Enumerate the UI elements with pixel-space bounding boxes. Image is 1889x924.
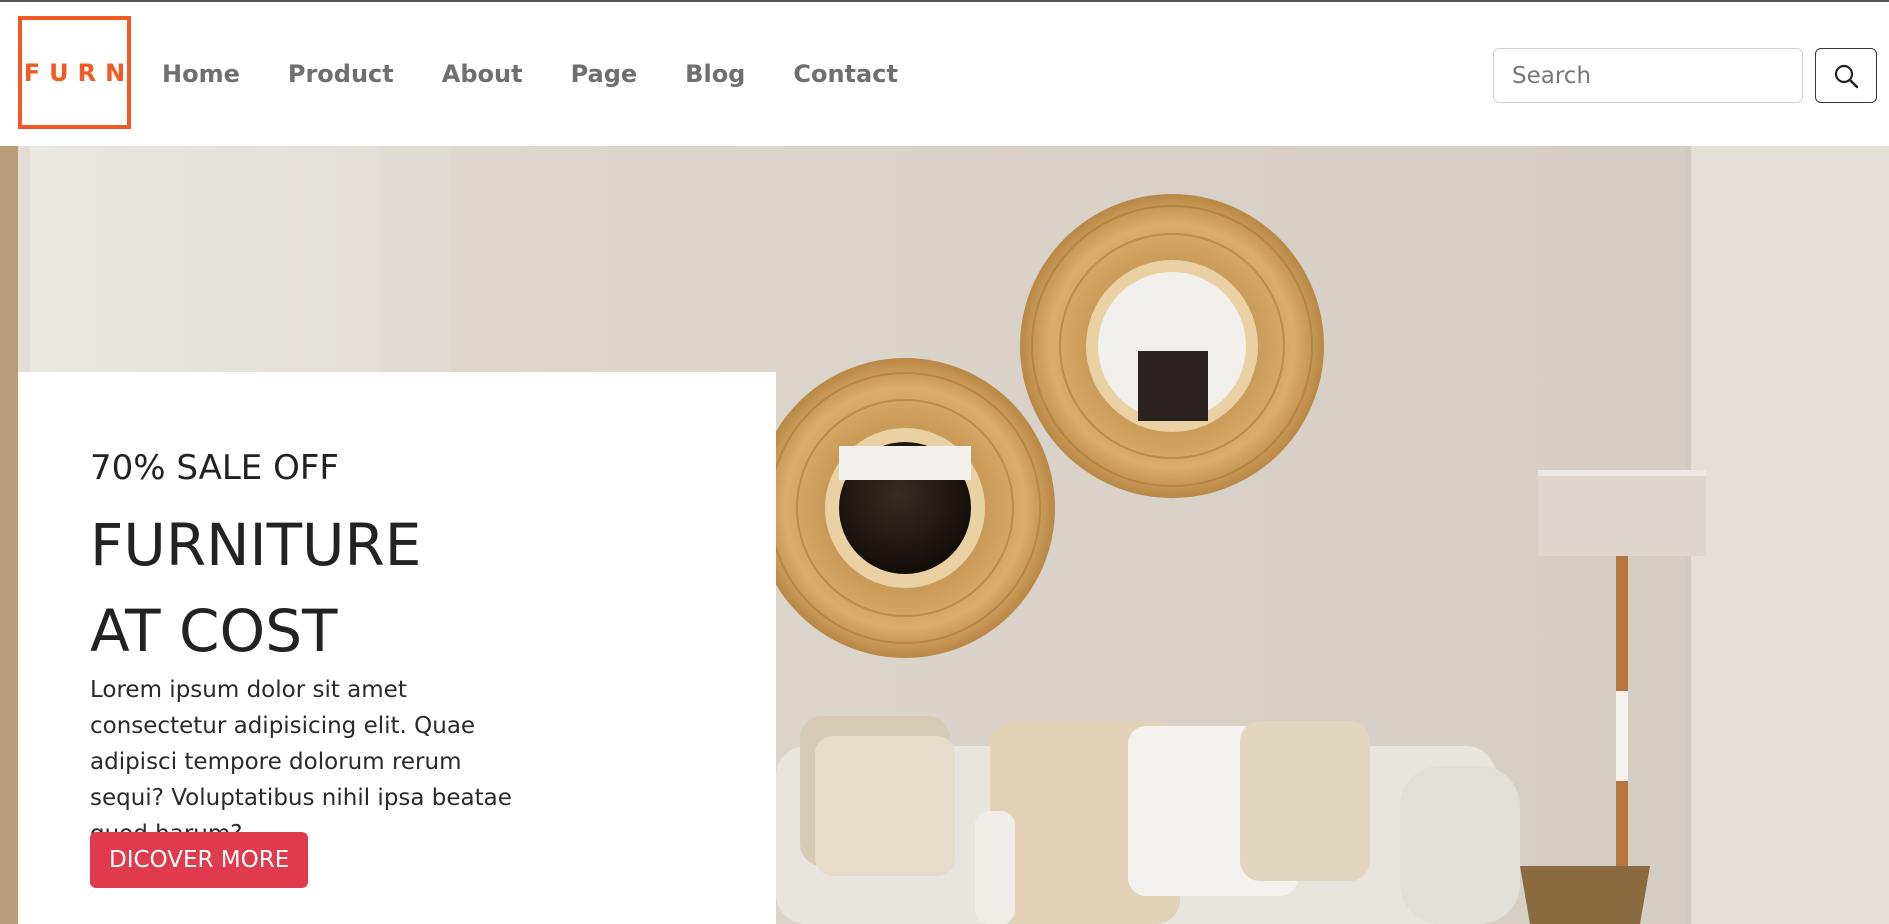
promo-eyebrow: 70% SALE OFF <box>90 448 339 488</box>
nav-link-about[interactable]: About <box>442 60 523 88</box>
search-button[interactable] <box>1815 48 1877 103</box>
promo-description: Lorem ipsum dolor sit amet consectetur a… <box>90 677 512 847</box>
promo-title: FURNITURE AT COST <box>90 502 421 674</box>
logo-text: FURN <box>23 58 135 87</box>
nav-link-product[interactable]: Product <box>288 60 394 88</box>
navbar: FURN Home Product About Page Blog Contac… <box>0 2 1889 146</box>
nav-link-page[interactable]: Page <box>571 60 638 88</box>
promo-title-line-2: AT COST <box>90 597 338 665</box>
promo-card: 70% SALE OFF FURNITURE AT COST Lorem ips… <box>18 372 776 924</box>
main-nav: Home Product About Page Blog Contact <box>162 60 898 88</box>
search-input[interactable] <box>1493 48 1803 103</box>
brand-logo[interactable]: FURN <box>18 16 131 129</box>
search-icon <box>1834 64 1859 88</box>
nav-link-blog[interactable]: Blog <box>685 60 745 88</box>
promo-title-line-1: FURNITURE <box>90 511 422 579</box>
hero-section: 70% SALE OFF FURNITURE AT COST Lorem ips… <box>0 146 1889 924</box>
discover-more-button[interactable]: DICOVER MORE <box>90 832 309 888</box>
nav-link-contact[interactable]: Contact <box>793 60 898 88</box>
nav-link-home[interactable]: Home <box>162 60 240 88</box>
